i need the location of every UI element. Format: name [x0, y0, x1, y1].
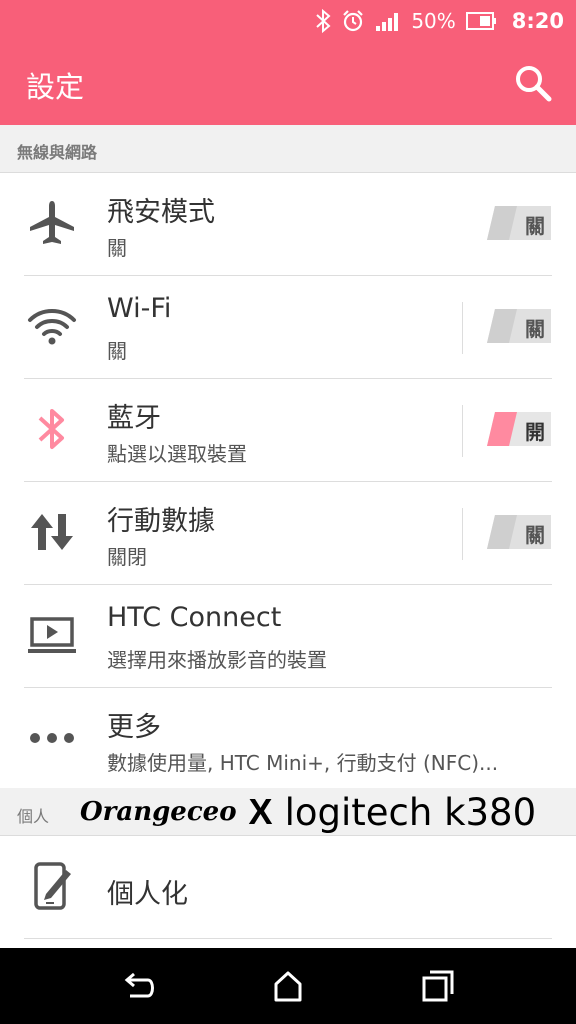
- setting-subtitle: 關: [107, 236, 127, 260]
- setting-title: 飛安模式: [107, 197, 215, 228]
- watermark-product: logitech k380: [284, 790, 537, 834]
- airplane-toggle[interactable]: 關: [487, 206, 551, 240]
- vertical-separator: [462, 405, 463, 457]
- setting-subtitle: 關閉: [107, 545, 147, 569]
- app-bar: 設定: [0, 44, 576, 125]
- setting-subtitle: 點選以選取裝置: [107, 442, 247, 466]
- home-icon[interactable]: [268, 966, 308, 1006]
- toggle-label: 關: [525, 523, 545, 547]
- battery-icon: [465, 12, 496, 30]
- setting-more[interactable]: 更多 數據使用量, HTC Mini+, 行動支付 (NFC)...: [0, 688, 576, 791]
- setting-subtitle: 數據使用量, HTC Mini+, 行動支付 (NFC)...: [107, 751, 499, 775]
- setting-title: 個人化: [107, 879, 188, 910]
- setting-subtitle: 關: [107, 339, 127, 363]
- alarm-icon: [343, 10, 364, 32]
- wifi-icon: [24, 298, 80, 354]
- setting-title: 更多: [107, 712, 161, 743]
- setting-title: HTC Connect: [107, 602, 282, 633]
- airplane-icon: [24, 195, 80, 251]
- bluetooth-icon: [316, 9, 331, 33]
- setting-title: Wi-Fi: [107, 293, 172, 324]
- cast-screen-icon: [24, 607, 80, 663]
- toggle-label: 關: [525, 214, 545, 238]
- back-icon[interactable]: [118, 966, 158, 1006]
- navigation-bar: [0, 948, 576, 1024]
- setting-wifi[interactable]: Wi-Fi 關 關: [0, 276, 576, 379]
- bluetooth-icon: [24, 401, 80, 457]
- recents-icon[interactable]: [418, 966, 458, 1006]
- vertical-separator: [462, 302, 463, 354]
- watermark-brand: Orangeceo: [80, 797, 237, 827]
- section-header-wireless: 無線與網路: [0, 125, 576, 173]
- signal-icon: [376, 13, 399, 31]
- toggle-label: 開: [525, 420, 545, 444]
- setting-personalize[interactable]: 個人化: [0, 836, 576, 939]
- setting-bluetooth[interactable]: 藍牙 點選以選取裝置 開: [0, 379, 576, 482]
- setting-airplane-mode[interactable]: 飛安模式 關 關: [0, 173, 576, 276]
- setting-title: 行動數據: [107, 506, 215, 537]
- section-label: 無線與網路: [17, 143, 98, 162]
- data-transfer-icon: [24, 504, 80, 560]
- page-title: 設定: [26, 70, 85, 104]
- status-bar: 50% 8:20: [0, 0, 576, 44]
- setting-subtitle: 選擇用來播放影音的裝置: [107, 648, 327, 672]
- personalize-icon: [24, 858, 80, 914]
- setting-htc-connect[interactable]: HTC Connect 選擇用來播放影音的裝置: [0, 585, 576, 688]
- status-icons: 50% 8:20: [315, 6, 564, 36]
- setting-title: 藍牙: [107, 403, 161, 434]
- search-icon[interactable]: [514, 64, 552, 102]
- setting-mobile-data[interactable]: 行動數據 關閉 關: [0, 482, 576, 585]
- toggle-label: 關: [525, 317, 545, 341]
- vertical-separator: [462, 508, 463, 560]
- section-label: 個人: [17, 807, 50, 826]
- bluetooth-toggle[interactable]: 開: [487, 412, 551, 446]
- more-dots-icon: [24, 710, 80, 766]
- wifi-toggle[interactable]: 關: [487, 309, 551, 343]
- mobile-data-toggle[interactable]: 關: [487, 515, 551, 549]
- battery-percent: 50%: [411, 9, 456, 33]
- watermark: Orangeceo X logitech k380: [80, 788, 536, 836]
- clock: 8:20: [511, 9, 564, 33]
- watermark-x: X: [248, 791, 273, 832]
- row-divider: [24, 938, 552, 939]
- section-header-personal: 個人 Orangeceo X logitech k380: [0, 788, 576, 836]
